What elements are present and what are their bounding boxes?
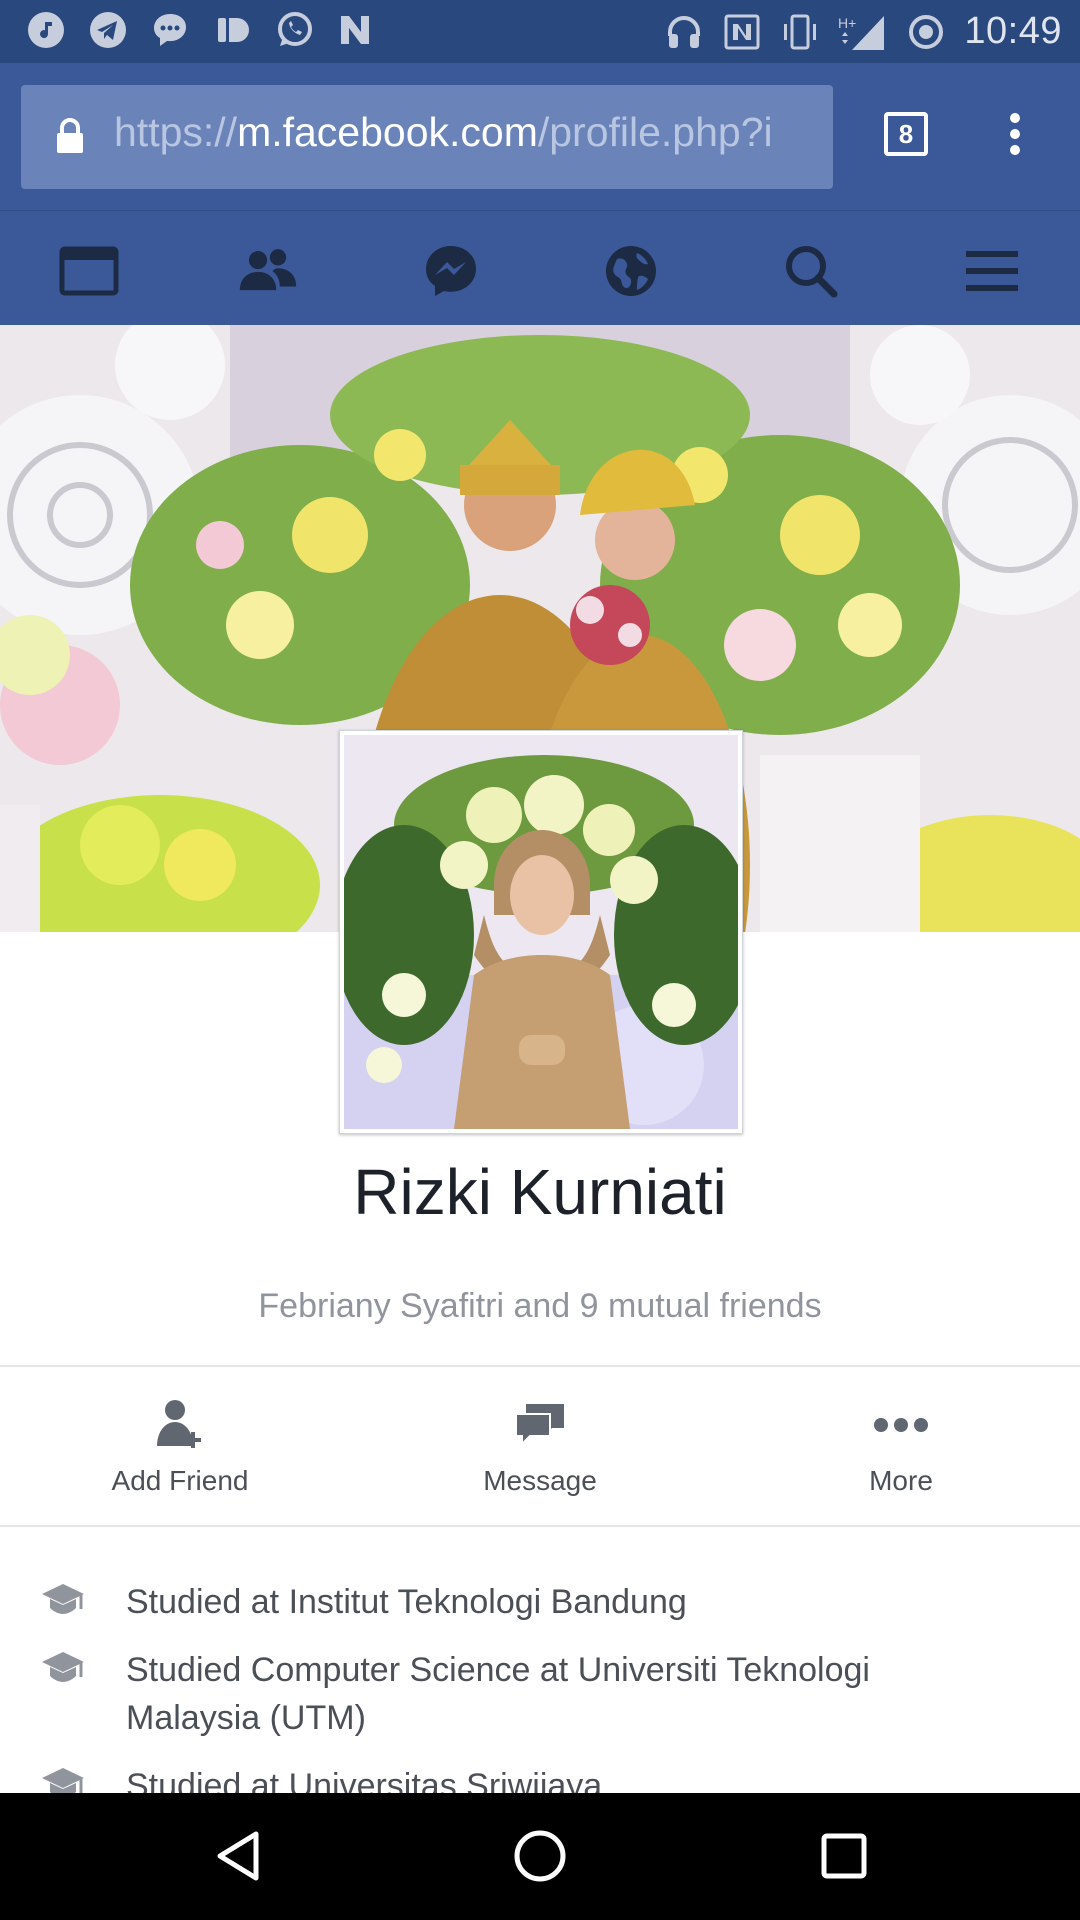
headphones-icon	[664, 12, 704, 52]
android-navigation-bar	[0, 1793, 1080, 1920]
vibrate-icon	[780, 12, 820, 52]
facebook-nav-bar	[0, 210, 1080, 326]
message-label: Message	[483, 1465, 597, 1496]
messenger-icon[interactable]	[421, 241, 481, 301]
more-dots-icon	[751, 1395, 1051, 1455]
ig-icon	[212, 10, 252, 50]
browser-toolbar: https://m.facebook.com/profile.php?i 8	[0, 63, 1080, 210]
url-path: /profile.php?i	[537, 109, 773, 155]
add-friend-button[interactable]: Add Friend	[30, 1395, 330, 1497]
home-icon[interactable]	[510, 1826, 570, 1886]
search-icon[interactable]	[781, 241, 841, 301]
nfc-icon	[722, 12, 762, 52]
globe-icon[interactable]	[601, 241, 661, 301]
graduation-cap-icon	[40, 1580, 86, 1620]
more-button[interactable]: More	[751, 1395, 1051, 1497]
profile-picture-illustration	[344, 735, 738, 1129]
recents-icon[interactable]	[814, 1826, 874, 1886]
telegram-icon	[88, 10, 128, 50]
url-bar[interactable]: https://m.facebook.com/profile.php?i	[21, 85, 833, 189]
friends-icon[interactable]	[238, 241, 298, 301]
url-text[interactable]: https://m.facebook.com/profile.php?i	[114, 109, 814, 156]
svg-text:H+: H+	[838, 15, 856, 31]
divider	[0, 1525, 1080, 1527]
graduation-cap-icon	[40, 1648, 86, 1688]
clock: 10:49	[964, 10, 1062, 52]
profile-name: Rizki Kurniati	[353, 1156, 727, 1228]
profile-picture[interactable]	[339, 730, 743, 1134]
message-button[interactable]: Message	[390, 1395, 690, 1497]
url-scheme: https://	[114, 109, 238, 155]
news-feed-icon[interactable]	[59, 241, 119, 301]
add-friend-label: Add Friend	[111, 1465, 249, 1496]
add-friend-icon	[30, 1395, 330, 1455]
mutual-friends-text[interactable]: Febriany Syafitri and 9 mutual friends	[0, 1287, 1080, 1326]
education-text: Studied at Institut Teknologi Bandung	[126, 1583, 687, 1621]
messenger-bubble-icon	[150, 10, 190, 50]
url-host: m.facebook.com	[237, 109, 538, 155]
sync-icon	[906, 12, 946, 52]
n-app-icon	[336, 10, 376, 50]
education-text: Studied Computer Science at Universiti T…	[126, 1651, 870, 1737]
lock-icon	[55, 117, 85, 160]
notification-icons	[26, 10, 376, 50]
system-icons: H+ 10:49	[664, 10, 1062, 53]
music-note-icon	[26, 10, 66, 50]
tab-switcher-button[interactable]: 8	[884, 112, 928, 156]
more-label: More	[869, 1465, 933, 1496]
status-bar: H+ 10:49	[0, 0, 1080, 63]
profile-actions: Add Friend Message More	[0, 1367, 1080, 1527]
whatsapp-icon	[274, 10, 314, 50]
back-icon[interactable]	[208, 1826, 268, 1886]
browser-menu-icon[interactable]	[1005, 113, 1025, 161]
menu-icon[interactable]	[962, 241, 1022, 301]
signal-hplus-icon: H+	[838, 12, 888, 52]
message-icon	[390, 1395, 690, 1455]
